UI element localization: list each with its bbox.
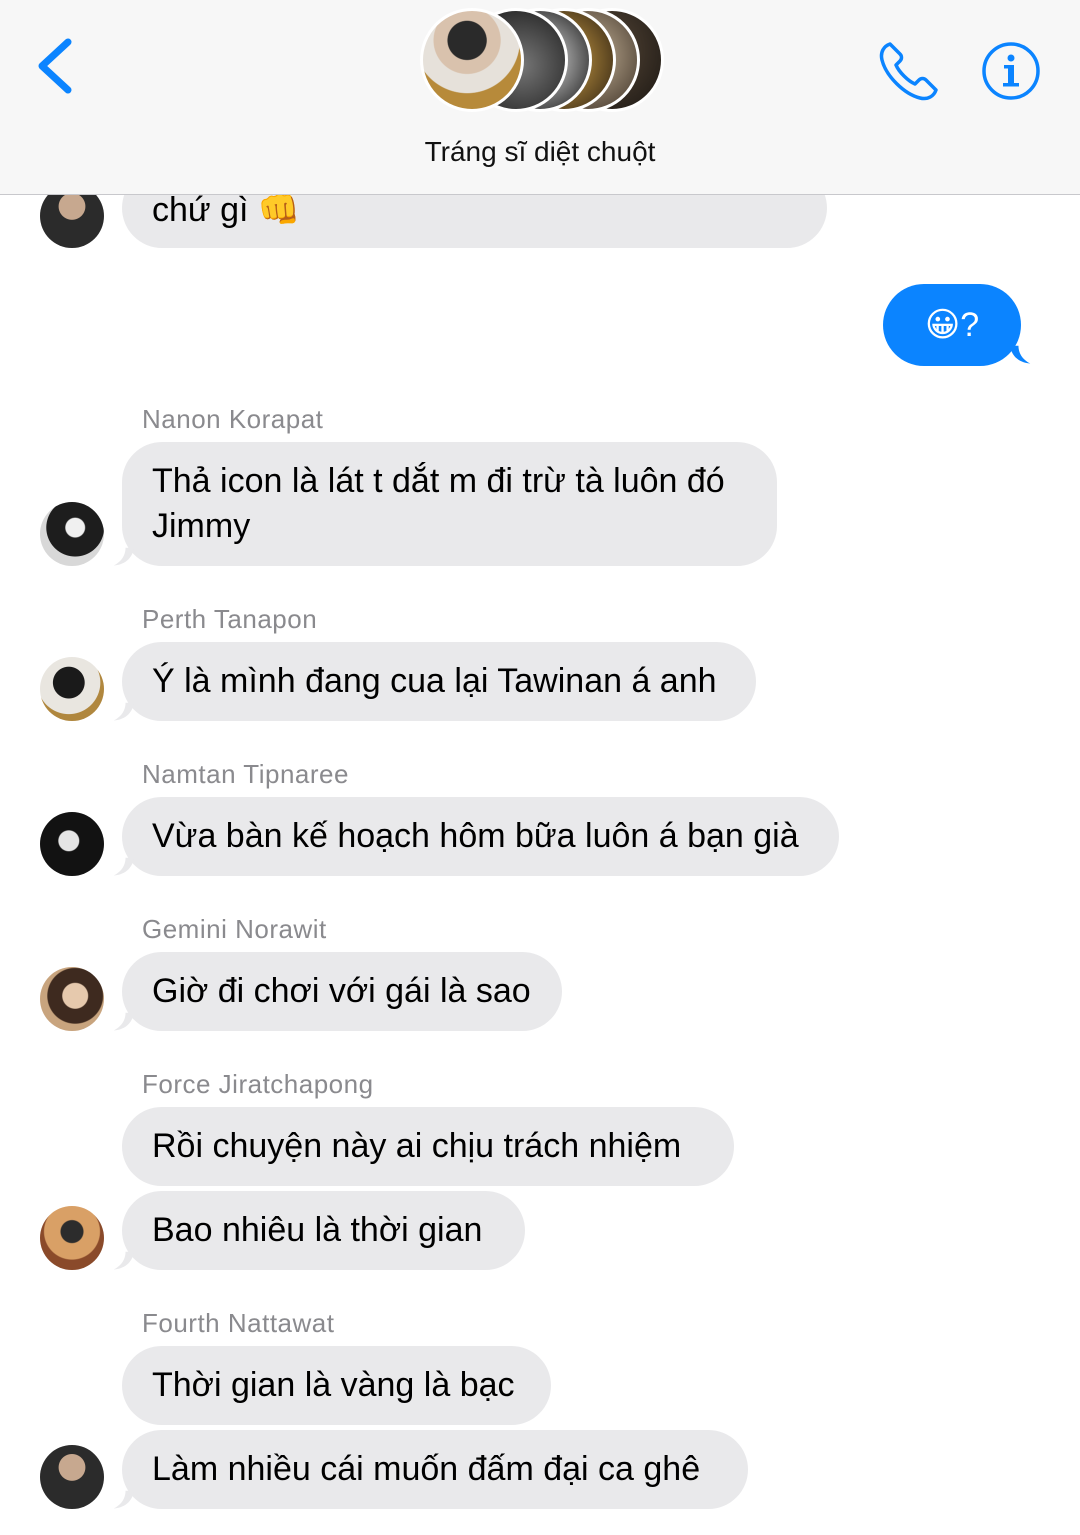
sender-name: Force Jiratchapong bbox=[142, 1069, 374, 1099]
bubble-tail bbox=[113, 857, 134, 876]
message-bubble[interactable]: Vừa bàn kế hoạch hôm bữa luôn á bạn già bbox=[122, 797, 839, 876]
avatar[interactable] bbox=[40, 502, 104, 566]
message-text: Vừa bàn kế hoạch hôm bữa luôn á bạn già bbox=[152, 817, 799, 855]
bubble-tail bbox=[1010, 345, 1031, 364]
message-text: Rồi chuyện này ai chịu trách nhiệm bbox=[152, 1127, 682, 1165]
message-bubble[interactable]: Ý là mình đang cua lại Tawinan á anh bbox=[122, 642, 756, 721]
sender-name: Namtan Tipnaree bbox=[142, 759, 349, 789]
info-icon bbox=[982, 42, 1040, 100]
avatar[interactable] bbox=[40, 812, 104, 876]
message-bubble[interactable]: Bao nhiêu là thời gian bbox=[122, 1191, 525, 1270]
message-text: Thời gian là vàng là bạc bbox=[152, 1366, 515, 1404]
sender-name: Perth Tanapon bbox=[142, 604, 318, 634]
call-button[interactable] bbox=[876, 36, 944, 104]
bubble-tail bbox=[113, 1012, 134, 1031]
message-text-line: Thả icon là lát t dắt m đi trừ tà luôn đ… bbox=[152, 462, 725, 500]
info-button[interactable] bbox=[980, 40, 1042, 102]
bubble-tail bbox=[113, 547, 134, 566]
sender-name: Nanon Korapat bbox=[142, 404, 324, 434]
chat-header: Tráng sĩ diệt chuột bbox=[0, 0, 1080, 195]
message-text: 😀? bbox=[924, 306, 980, 344]
sender-name: Fourth Nattawat bbox=[142, 1308, 335, 1338]
message-text: Giờ đi chơi với gái là sao bbox=[152, 972, 531, 1010]
back-button[interactable] bbox=[30, 34, 80, 98]
stack-avatar-0 bbox=[420, 8, 524, 112]
group-avatar-stack[interactable] bbox=[416, 8, 666, 116]
avatar[interactable] bbox=[40, 967, 104, 1031]
message-bubble[interactable]: Thả icon là lát t dắt m đi trừ tà luôn đ… bbox=[122, 442, 777, 566]
message-bubble[interactable]: Giờ đi chơi với gái là sao bbox=[122, 952, 562, 1031]
chevron-left-icon bbox=[38, 38, 72, 94]
message-text: Ý là mình đang cua lại Tawinan á anh bbox=[152, 662, 717, 700]
bubble-tail bbox=[113, 1251, 134, 1270]
message-text: chứ gì 👊 bbox=[152, 191, 301, 229]
message-bubble[interactable]: Rồi chuyện này ai chịu trách nhiệm bbox=[122, 1107, 734, 1186]
message-text: Làm nhiều cái muốn đấm đại ca ghê bbox=[152, 1450, 701, 1488]
avatar[interactable] bbox=[40, 1445, 104, 1509]
avatar[interactable] bbox=[40, 657, 104, 721]
sender-name: Gemini Norawit bbox=[142, 914, 327, 944]
message-bubble[interactable]: Làm nhiều cái muốn đấm đại ca ghê bbox=[122, 1430, 748, 1509]
message-text-line: Jimmy bbox=[152, 507, 251, 545]
avatar[interactable] bbox=[40, 1206, 104, 1270]
bubble-tail bbox=[113, 702, 134, 721]
message-bubble[interactable]: Thời gian là vàng là bạc bbox=[122, 1346, 551, 1425]
outgoing-message-bubble[interactable]: 😀? bbox=[883, 284, 1021, 366]
message-text: Bao nhiêu là thời gian bbox=[152, 1211, 483, 1249]
phone-icon bbox=[879, 42, 938, 101]
group-title[interactable]: Tráng sĩ diệt chuột bbox=[0, 136, 1080, 168]
bubble-tail bbox=[113, 1490, 134, 1509]
